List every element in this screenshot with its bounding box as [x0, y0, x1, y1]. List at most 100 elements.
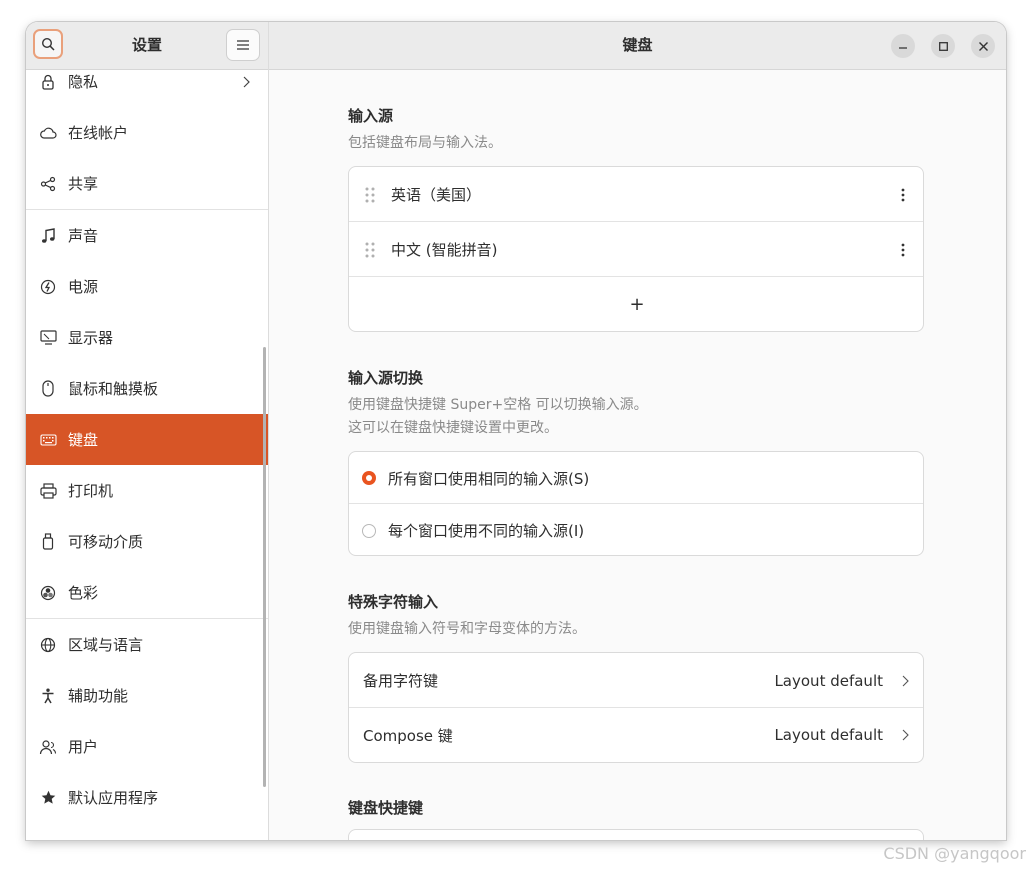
shortcuts-heading: 键盘快捷键 [348, 799, 424, 817]
header-bar: 键盘 [269, 22, 1006, 70]
compose-key-row[interactable]: Compose 键 Layout default [349, 707, 923, 762]
sidebar-item-printers[interactable]: 打印机 [26, 465, 268, 516]
radio-label: 所有窗口使用相同的输入源(S) [388, 469, 590, 488]
star-icon [39, 789, 57, 807]
sidebar-item-label: 鼠标和触摸板 [68, 380, 159, 398]
chevron-right-icon [902, 653, 909, 708]
special-chars-description: 使用键盘输入符号和字母变体的方法。 [348, 621, 586, 637]
sidebar-item-sound[interactable]: 声音 [26, 210, 268, 261]
globe-icon [39, 636, 57, 654]
switching-description-line2: 这可以在键盘快捷键设置中更改。 [348, 420, 558, 436]
sidebar-item-color[interactable]: 色彩 [26, 567, 268, 618]
shortcuts-list[interactable] [348, 829, 924, 840]
cloud-icon [39, 124, 57, 142]
sidebar-item-label: 区域与语言 [68, 636, 144, 654]
minimize-icon [899, 47, 907, 49]
sidebar-title: 设置 [131, 36, 162, 54]
sidebar-item-online-accounts[interactable]: 在线帐户 [26, 107, 268, 158]
sidebar-item-displays[interactable]: 显示器 [26, 312, 268, 363]
sidebar-item-sharing[interactable]: 共享 [26, 158, 268, 209]
search-icon [41, 37, 55, 51]
input-source-row[interactable]: 中文 (智能拼音) [349, 221, 923, 277]
sidebar-item-label: 打印机 [68, 482, 114, 500]
lock-icon [39, 73, 57, 91]
add-input-source-button[interactable]: + [349, 276, 923, 331]
sidebar-item-keyboard[interactable]: 键盘 [26, 414, 268, 465]
more-options-icon[interactable] [901, 167, 905, 222]
special-chars-list: 备用字符键 Layout default Compose 键 Layout de… [348, 652, 924, 763]
sidebar-item-label: 辅助功能 [68, 687, 129, 705]
radio-button[interactable] [362, 523, 376, 538]
sidebar: 设置 隐私 在线帐户 共享 声音 电源 显示器 鼠标和触摸板 键盘 打印机 可移… [26, 22, 269, 840]
sidebar-item-region-language[interactable]: 区域与语言 [26, 619, 268, 670]
switching-options: 所有窗口使用相同的输入源(S) 每个窗口使用不同的输入源(I) [348, 451, 924, 556]
special-chars-heading: 特殊字符输入 [348, 593, 439, 611]
radio-button-selected[interactable] [362, 471, 376, 485]
maximize-icon [938, 41, 948, 51]
input-source-label: 英语（美国） [391, 186, 482, 204]
drag-handle-icon[interactable] [365, 242, 375, 258]
display-icon [39, 329, 57, 347]
radio-option-same[interactable]: 所有窗口使用相同的输入源(S) [349, 452, 923, 504]
row-value: Layout default [774, 726, 883, 744]
sidebar-item-label: 默认应用程序 [68, 789, 159, 807]
mouse-icon [39, 380, 57, 398]
input-sources-description: 包括键盘布局与输入法。 [348, 135, 502, 151]
sidebar-header: 设置 [26, 22, 268, 70]
maximize-button[interactable] [931, 34, 955, 58]
close-icon [978, 41, 988, 51]
sidebar-item-label: 电源 [68, 278, 99, 296]
chevron-right-icon [902, 708, 909, 762]
row-label: Compose 键 [363, 726, 453, 745]
input-sources-list: 英语（美国） 中文 (智能拼音) + [348, 166, 924, 332]
add-icon: + [629, 294, 645, 315]
sidebar-item-label: 声音 [68, 227, 99, 245]
sidebar-item-accessibility[interactable]: 辅助功能 [26, 670, 268, 721]
sidebar-list: 隐私 在线帐户 共享 声音 电源 显示器 鼠标和触摸板 键盘 打印机 可移动介质… [26, 70, 268, 840]
sidebar-item-privacy[interactable]: 隐私 [26, 70, 268, 107]
sidebar-item-users[interactable]: 用户 [26, 721, 268, 772]
sidebar-item-power[interactable]: 电源 [26, 261, 268, 312]
close-button[interactable] [971, 34, 995, 58]
more-options-icon[interactable] [901, 222, 905, 277]
alternate-chars-key-row[interactable]: 备用字符键 Layout default [349, 653, 923, 708]
sidebar-item-label: 键盘 [68, 431, 99, 449]
row-label: 备用字符键 [363, 672, 439, 690]
sidebar-item-label: 隐私 [68, 73, 99, 91]
drag-handle-icon[interactable] [365, 187, 375, 203]
sidebar-item-label: 色彩 [68, 584, 99, 602]
chevron-right-icon [243, 70, 250, 107]
input-source-label: 中文 (智能拼音) [391, 241, 498, 259]
input-sources-heading: 输入源 [348, 107, 394, 125]
power-icon [39, 278, 57, 296]
settings-window: 设置 隐私 在线帐户 共享 声音 电源 显示器 鼠标和触摸板 键盘 打印机 可移… [26, 22, 1006, 840]
sidebar-item-label: 共享 [68, 175, 99, 193]
switching-description-line1: 使用键盘快捷键 Super+空格 可以切换输入源。 [348, 397, 648, 413]
sidebar-item-label: 可移动介质 [68, 533, 144, 551]
sidebar-item-default-apps[interactable]: 默认应用程序 [26, 772, 268, 823]
share-icon [39, 175, 57, 193]
radio-option-different[interactable]: 每个窗口使用不同的输入源(I) [349, 503, 923, 555]
users-icon [39, 738, 57, 756]
main-menu-button[interactable] [226, 29, 260, 61]
color-icon [39, 584, 57, 602]
sidebar-item-mouse-touchpad[interactable]: 鼠标和触摸板 [26, 363, 268, 414]
input-source-row[interactable]: 英语（美国） [349, 167, 923, 222]
sidebar-item-label: 在线帐户 [68, 124, 129, 142]
switching-heading: 输入源切换 [348, 369, 424, 387]
sidebar-item-removable-media[interactable]: 可移动介质 [26, 516, 268, 567]
music-note-icon [39, 227, 57, 245]
sidebar-item-label: 用户 [68, 738, 99, 756]
keyboard-icon [39, 431, 57, 449]
radio-label: 每个窗口使用不同的输入源(I) [388, 522, 585, 540]
minimize-button[interactable] [891, 34, 915, 58]
main-panel: 键盘 输入源 包括键盘布局与输入法。 英语（美国） 中文 (智能拼音) + 输入… [269, 22, 1006, 840]
printer-icon [39, 482, 57, 500]
sidebar-scrollbar[interactable] [263, 347, 266, 787]
accessibility-icon [39, 687, 57, 705]
removable-media-icon [39, 533, 57, 551]
hamburger-icon [237, 40, 249, 50]
search-button[interactable] [33, 29, 63, 59]
sidebar-item-label: 显示器 [68, 329, 114, 347]
row-value: Layout default [774, 671, 883, 690]
